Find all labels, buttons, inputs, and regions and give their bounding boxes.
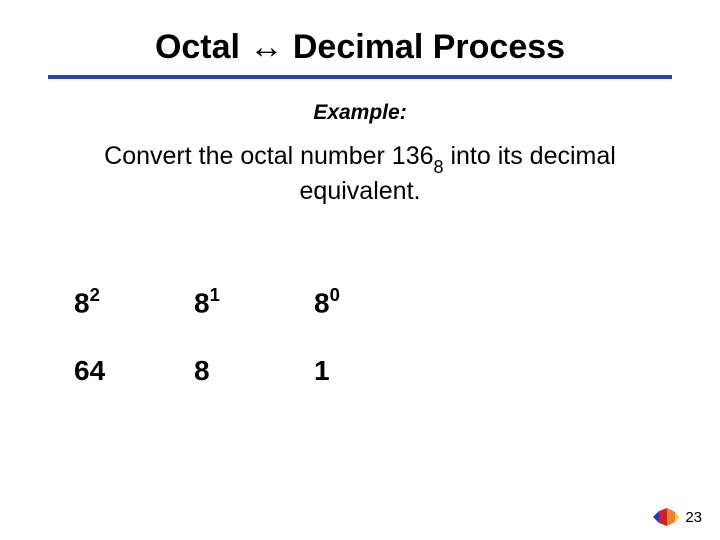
power-cell: 81	[194, 285, 314, 319]
prompt-pre: Convert the octal number 136	[104, 142, 433, 170]
powers-table: 82 81 80 64 8 1	[74, 285, 672, 387]
page-number: 23	[685, 509, 702, 526]
prompt-subscript: 8	[434, 157, 444, 177]
power-base: 8	[74, 287, 90, 318]
example-label: Example:	[48, 101, 672, 125]
power-base: 8	[314, 287, 330, 318]
power-exp: 2	[90, 284, 100, 305]
power-base: 8	[194, 287, 210, 318]
power-cell: 80	[314, 285, 434, 319]
power-exp: 1	[210, 284, 220, 305]
slide-footer: 23	[653, 506, 702, 528]
value-cell: 64	[74, 355, 194, 387]
prompt-text: Convert the octal number 1368 into its d…	[48, 141, 672, 207]
power-cell: 82	[74, 285, 194, 319]
pltw-logo-icon	[653, 506, 679, 528]
slide: Octal ↔ Decimal Process Example: Convert…	[0, 0, 720, 540]
slide-title: Octal ↔ Decimal Process	[48, 28, 672, 67]
value-cell: 1	[314, 355, 434, 387]
title-underline	[48, 75, 672, 79]
power-exp: 0	[330, 284, 340, 305]
value-cell: 8	[194, 355, 314, 387]
